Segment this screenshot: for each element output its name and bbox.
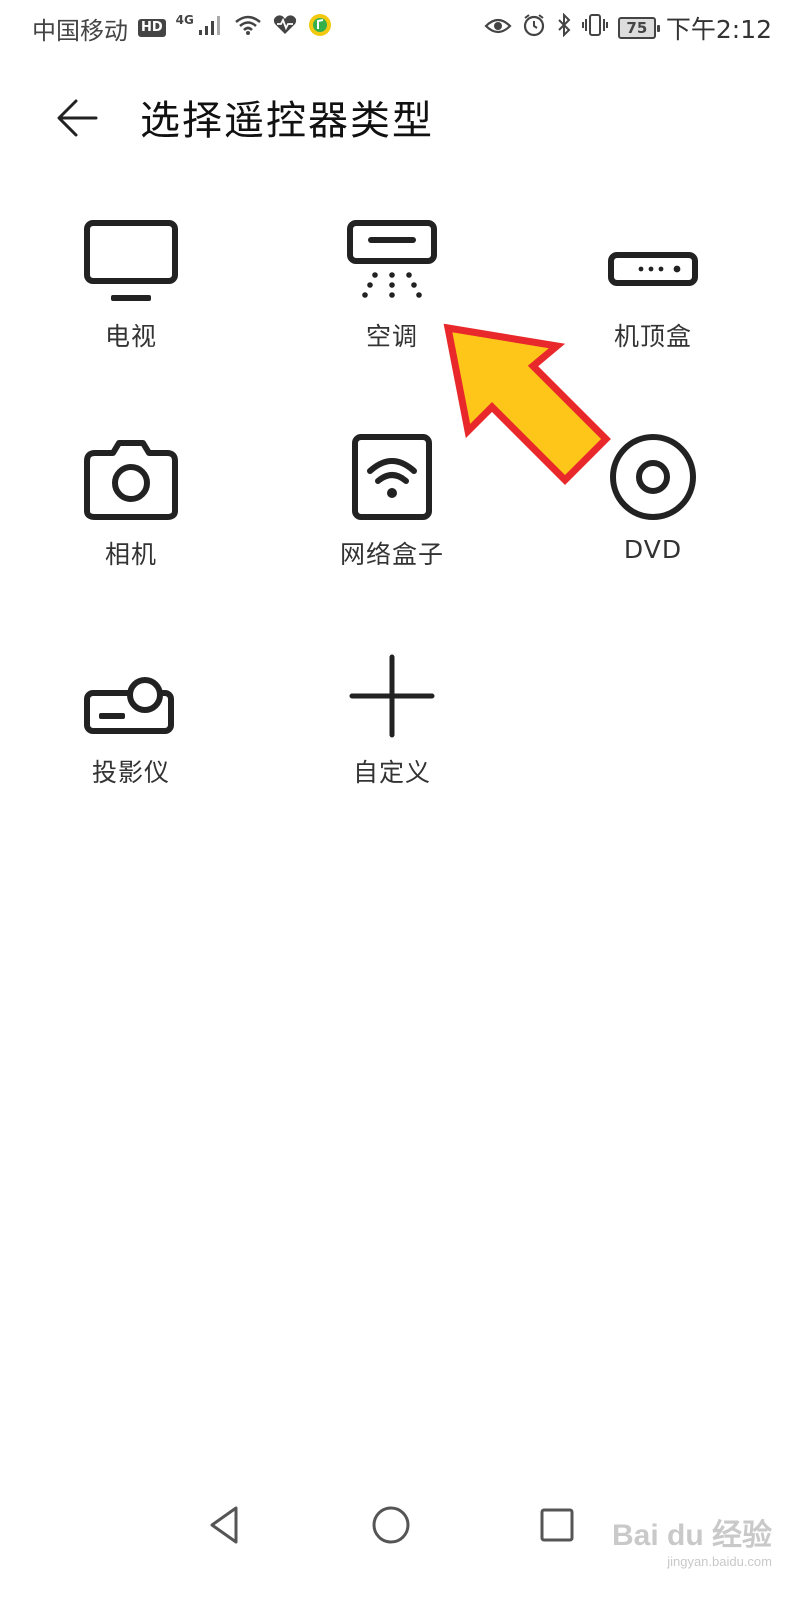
device-tile-custom[interactable]: 自定义 bbox=[302, 641, 482, 811]
nav-back-button[interactable] bbox=[200, 1500, 250, 1550]
device-label-camera: 相机 bbox=[104, 540, 157, 569]
plus-icon bbox=[349, 654, 435, 738]
status-bar-right: 75 下午2:12 bbox=[484, 10, 772, 46]
device-label-dvd: DVD bbox=[623, 535, 683, 564]
health-heart-icon bbox=[272, 14, 298, 42]
annotation-arrow-icon bbox=[443, 323, 611, 485]
back-triangle-icon bbox=[210, 1506, 238, 1544]
carrier-name: 中国移动 bbox=[32, 16, 128, 45]
nav-recents-button[interactable] bbox=[532, 1500, 582, 1550]
device-tile-projector[interactable]: 投影仪 bbox=[41, 641, 221, 811]
camera-icon bbox=[84, 440, 178, 520]
back-button[interactable] bbox=[50, 90, 106, 146]
hd-badge: HD bbox=[138, 19, 166, 37]
network-type: 4G bbox=[175, 13, 194, 27]
device-tile-tv[interactable]: 电视 bbox=[41, 205, 221, 375]
watermark-url: jingyan.baidu.com bbox=[667, 1554, 772, 1569]
eye-icon bbox=[484, 14, 512, 42]
baidu-jingyan-watermark: Bai du 经验 jingyan.baidu.com bbox=[612, 1510, 772, 1569]
device-tile-camera[interactable]: 相机 bbox=[41, 423, 221, 593]
device-label-tv: 电视 bbox=[104, 322, 157, 351]
arrow-left-icon bbox=[57, 99, 98, 137]
nav-home-button[interactable] bbox=[366, 1500, 416, 1550]
signal-icon bbox=[198, 14, 224, 42]
device-label-network-box: 网络盒子 bbox=[339, 540, 444, 569]
battery-icon: 75 bbox=[617, 17, 660, 39]
status-bar: 中国移动 HD 4G 75 下午2:12 bbox=[0, 0, 800, 56]
alarm-icon bbox=[522, 13, 546, 43]
page-title: 选择遥控器类型 bbox=[140, 98, 434, 144]
app-header: 选择遥控器类型 bbox=[0, 70, 800, 160]
home-circle-icon bbox=[372, 1506, 410, 1544]
recents-square-icon bbox=[540, 1508, 574, 1542]
device-label-projector: 投影仪 bbox=[91, 758, 170, 787]
music-app-icon bbox=[308, 13, 332, 43]
vibrate-icon bbox=[581, 13, 608, 43]
device-label-air-conditioner: 空调 bbox=[365, 322, 418, 351]
bluetooth-icon bbox=[556, 12, 572, 43]
tv-icon bbox=[84, 220, 178, 301]
watermark-logo: Bai du 经验 bbox=[611, 1519, 772, 1552]
set-top-box-icon bbox=[608, 252, 698, 286]
wifi-icon bbox=[234, 14, 262, 42]
air-conditioner-icon bbox=[347, 220, 437, 298]
status-bar-left: 中国移动 HD 4G bbox=[32, 11, 332, 46]
network-box-icon bbox=[352, 434, 432, 520]
projector-icon bbox=[84, 677, 174, 734]
status-time: 下午2:12 bbox=[665, 15, 772, 44]
device-label-custom: 自定义 bbox=[352, 758, 431, 787]
